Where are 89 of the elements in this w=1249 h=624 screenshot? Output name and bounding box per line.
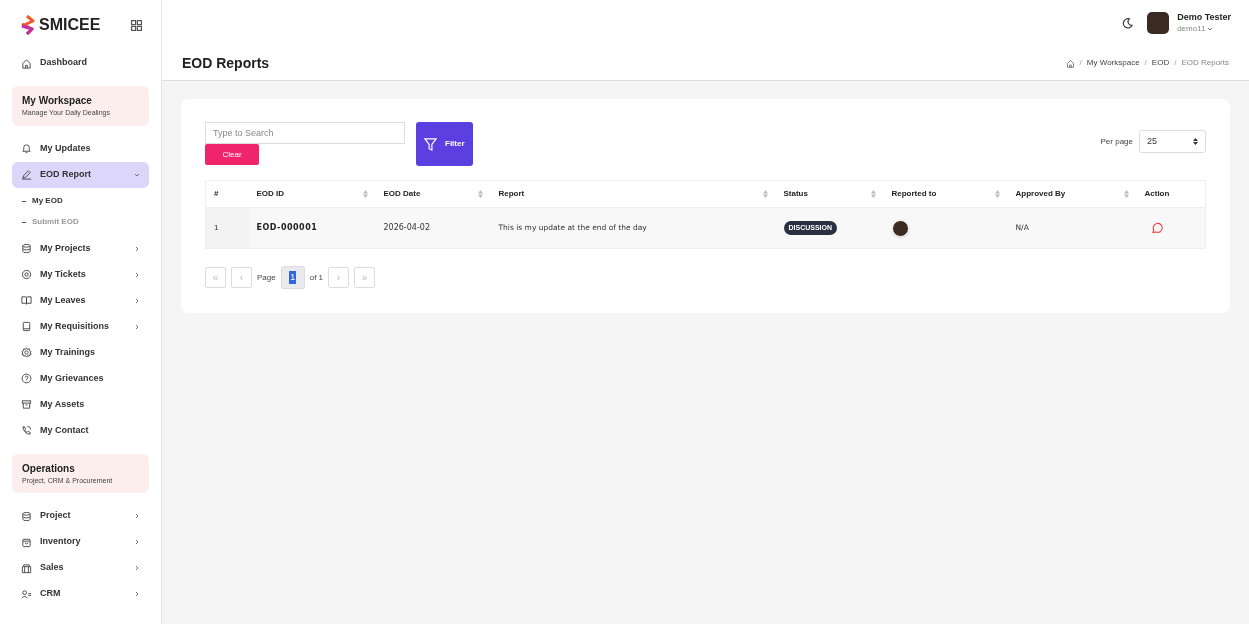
chevron-right-icon (134, 539, 140, 545)
sort-icon[interactable] (362, 190, 368, 198)
sort-icon (1193, 138, 1198, 145)
page-field[interactable]: 1 (280, 266, 305, 289)
table-cell: EOD-000001 (248, 207, 376, 249)
chevron-down-icon (134, 171, 140, 178)
dash-icon (22, 200, 26, 202)
chevron-right-icon (134, 297, 140, 304)
sort-icon[interactable] (477, 190, 483, 198)
sidebar-item[interactable]: CRM (12, 581, 149, 607)
settings-icon (21, 347, 32, 358)
submenu-item[interactable]: My EOD (32, 195, 63, 207)
brand-name: SMICEE (39, 15, 101, 35)
column-header: Action (1136, 180, 1206, 208)
sidebar-item[interactable]: Dashboard (12, 50, 149, 76)
archive-icon (21, 399, 32, 410)
sidebar-item[interactable]: My Trainings (12, 339, 149, 366)
logo-icon (19, 15, 35, 35)
shopping-bag-icon (21, 536, 32, 548)
page-label: Page (257, 271, 276, 284)
sidebar-item[interactable]: My Updates (12, 135, 149, 162)
chevron-right-icon (134, 513, 140, 519)
column-header: # (205, 180, 249, 208)
sidebar-item[interactable]: Sales (12, 555, 149, 581)
breadcrumb-link[interactable]: My Workspace (1086, 57, 1140, 69)
book-icon (21, 295, 32, 306)
sidebar-item[interactable]: EOD Report (12, 161, 149, 188)
table-cell: 1 (205, 207, 249, 249)
table-cell: 2026-04-02 (375, 207, 491, 249)
column-header[interactable]: Report (490, 180, 776, 208)
user-name: Demo Tester (1177, 12, 1231, 24)
clear-button[interactable]: Clear (205, 144, 259, 165)
section-title: Operations (22, 461, 76, 476)
filter-button[interactable]: Filter (416, 122, 473, 166)
help-icon (21, 373, 32, 384)
grid-icon[interactable] (131, 19, 142, 31)
page-count: of 1 (309, 271, 324, 284)
section-title: My Workspace (22, 94, 93, 108)
per-page-label: Per page (1100, 135, 1133, 148)
pencil-icon (21, 169, 32, 180)
sidebar-item[interactable]: My Tickets (12, 261, 149, 288)
chevron-right-icon (134, 323, 140, 330)
chevron-right-icon (134, 271, 140, 278)
sort-icon[interactable] (762, 190, 768, 198)
breadcrumb-current: EOD Reports (1181, 57, 1229, 69)
comment-icon[interactable] (1150, 222, 1163, 234)
user-avatar[interactable] (1147, 12, 1170, 34)
sidebar-item[interactable]: My Grievances (12, 365, 149, 392)
house-icon (21, 57, 32, 69)
user-login[interactable]: demo11 (1177, 23, 1231, 34)
breadcrumb-separator: / (1079, 57, 1082, 69)
column-header[interactable]: Approved By (1007, 180, 1137, 208)
database-icon (21, 243, 32, 254)
moon-icon[interactable] (1122, 17, 1134, 29)
storefront-icon (21, 562, 32, 574)
tablet-icon (21, 321, 32, 332)
target-icon (21, 269, 32, 280)
column-header[interactable]: EOD Date (375, 180, 491, 208)
sidebar-item[interactable]: Project (12, 503, 149, 529)
database-icon (21, 510, 32, 522)
sort-icon[interactable] (994, 190, 1000, 198)
phone-icon (21, 425, 32, 436)
filter-icon (424, 137, 437, 151)
sidebar-item[interactable]: My Requisitions (12, 313, 149, 340)
users-icon (21, 588, 32, 600)
breadcrumb-link[interactable]: EOD (1151, 57, 1170, 69)
sidebar-item[interactable]: Inventory (12, 529, 149, 555)
search-field[interactable]: Type to Search (205, 122, 405, 144)
dash-icon (22, 221, 26, 223)
breadcrumb-separator: / (1174, 57, 1177, 69)
chevron-right-icon (134, 591, 140, 597)
sidebar-item[interactable]: My Assets (12, 391, 149, 418)
house-icon[interactable] (1065, 58, 1075, 68)
chevron-right-icon (134, 245, 140, 252)
column-header[interactable]: EOD ID (248, 180, 376, 208)
sort-icon[interactable] (870, 190, 876, 198)
page-title: EOD Reports (182, 53, 270, 73)
bell-icon (21, 143, 32, 154)
breadcrumb-separator: / (1144, 57, 1147, 69)
column-header[interactable]: Status (775, 180, 884, 208)
per-page-select[interactable]: 25 (1139, 130, 1206, 153)
sidebar-item[interactable]: My Contact (12, 417, 149, 444)
sidebar-item[interactable]: My Leaves (12, 287, 149, 314)
sort-icon[interactable] (1123, 190, 1129, 198)
chevron-down-icon (1207, 25, 1214, 32)
column-header[interactable]: Reported to (883, 180, 1008, 208)
sidebar-item[interactable]: My Projects (12, 235, 149, 262)
chevron-right-icon (134, 565, 140, 571)
avatar (891, 219, 909, 237)
